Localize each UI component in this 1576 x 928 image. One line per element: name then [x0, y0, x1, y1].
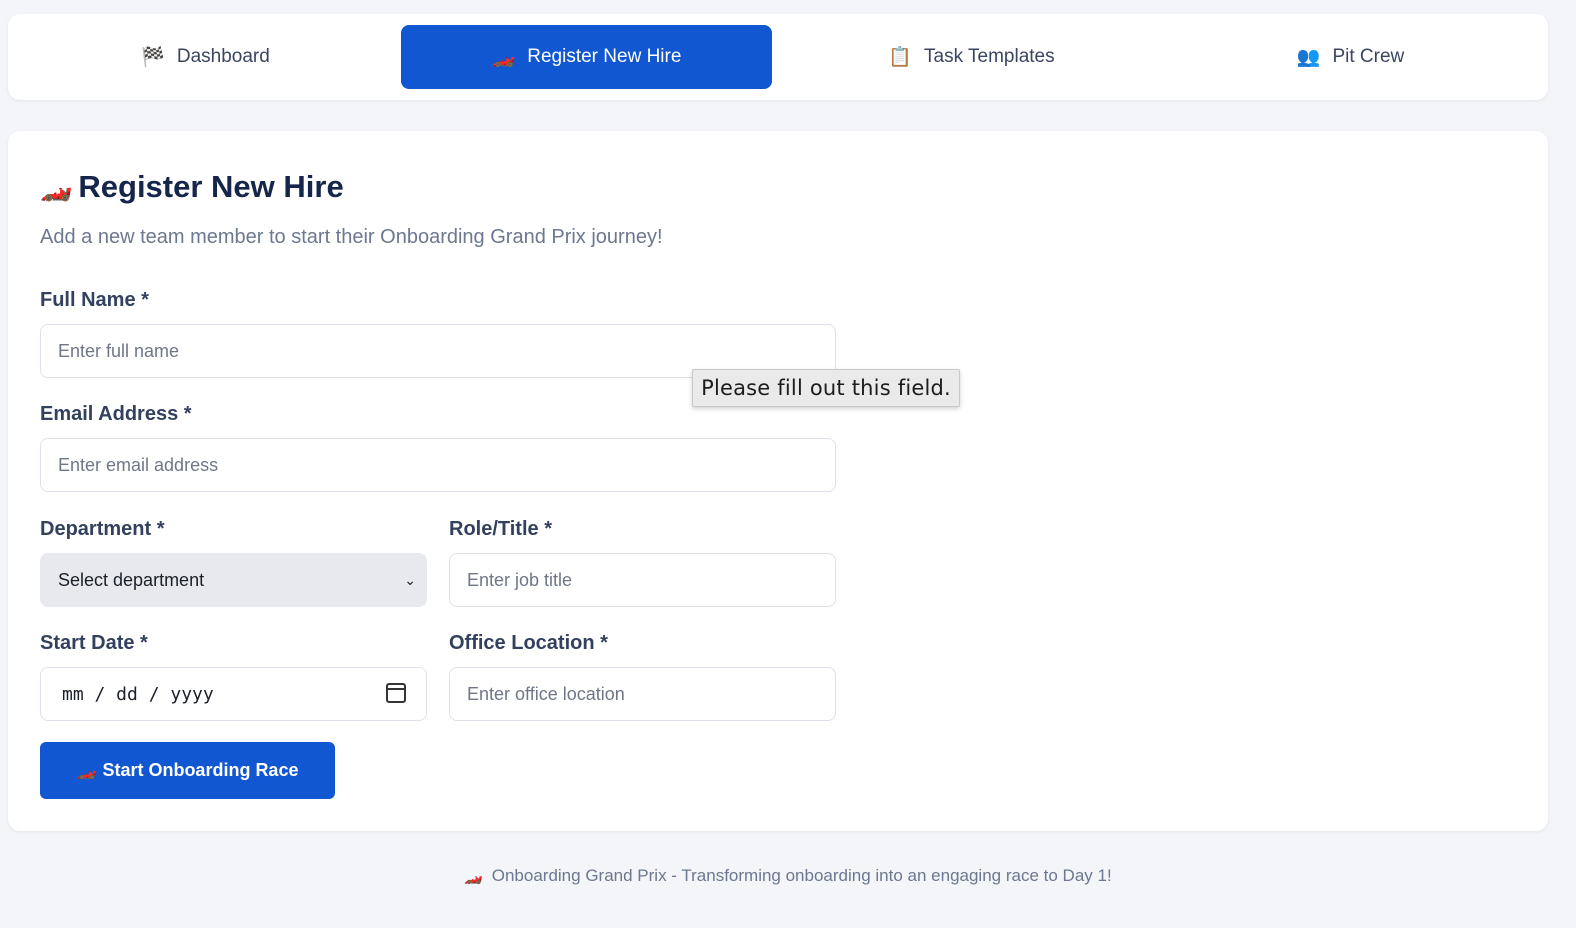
start-date-label: Start Date * [40, 632, 148, 654]
chevron-down-icon: ⌄ [404, 572, 416, 588]
checkered-flag-icon: 🏁 [141, 47, 165, 68]
tab-label: Task Templates [924, 46, 1055, 67]
footer: 🏎️ Onboarding Grand Prix - Transforming … [0, 866, 1576, 886]
start-date-placeholder: mm / dd / yyyy [62, 683, 214, 705]
start-onboarding-button[interactable]: 🏎️ Start Onboarding Race [40, 742, 335, 799]
tab-label: Dashboard [176, 46, 270, 67]
page-subtitle: Add a new team member to start their Onb… [40, 226, 663, 248]
tab-dashboard[interactable]: 🏁 Dashboard [20, 25, 391, 89]
office-placeholder: Enter office location [467, 683, 625, 704]
race-car-icon: 🏎️ [76, 762, 97, 780]
office-label: Office Location * [449, 632, 608, 654]
top-navigation: 🏁 Dashboard 🏎️ Register New Hire 📋 Task … [8, 14, 1548, 100]
tab-label: Pit Crew [1332, 46, 1405, 67]
role-placeholder: Enter job title [467, 569, 573, 590]
tab-register-new-hire[interactable]: 🏎️ Register New Hire [401, 25, 772, 89]
department-select[interactable]: Select department ⌄ [40, 553, 427, 607]
clipboard-icon: 📋 [888, 47, 913, 68]
department-selected-value: Select department [58, 569, 205, 590]
start-onboarding-label: Start Onboarding Race [102, 760, 299, 780]
department-label: Department * [40, 518, 165, 540]
race-car-icon: 🏎️ [491, 47, 516, 68]
tab-task-templates[interactable]: 📋 Task Templates [786, 25, 1157, 89]
role-input[interactable]: Enter job title [449, 553, 836, 607]
race-car-icon: 🏎️ [40, 171, 73, 202]
full-name-placeholder: Enter full name [58, 340, 180, 361]
calendar-icon[interactable] [386, 683, 406, 703]
page-title: 🏎️ Register New Hire [40, 169, 344, 205]
register-form-card: 🏎️ Register New Hire Add a new team memb… [8, 131, 1548, 831]
role-label: Role/Title * [449, 518, 552, 540]
full-name-label: Full Name * [40, 289, 149, 311]
email-label: Email Address * [40, 403, 192, 425]
tab-pit-crew[interactable]: 👥 Pit Crew [1165, 25, 1536, 89]
email-input[interactable]: Enter email address [40, 438, 836, 492]
office-input[interactable]: Enter office location [449, 667, 836, 721]
footer-text: Onboarding Grand Prix - Transforming onb… [491, 866, 1112, 885]
email-placeholder: Enter email address [58, 454, 219, 475]
start-date-input[interactable]: mm / dd / yyyy [40, 667, 427, 721]
tab-label: Register New Hire [527, 46, 682, 67]
validation-tooltip: Please fill out this field. [692, 369, 960, 407]
people-icon: 👥 [1296, 47, 1321, 68]
race-car-icon: 🏎️ [464, 868, 484, 885]
page-title-text: Register New Hire [78, 169, 344, 204]
